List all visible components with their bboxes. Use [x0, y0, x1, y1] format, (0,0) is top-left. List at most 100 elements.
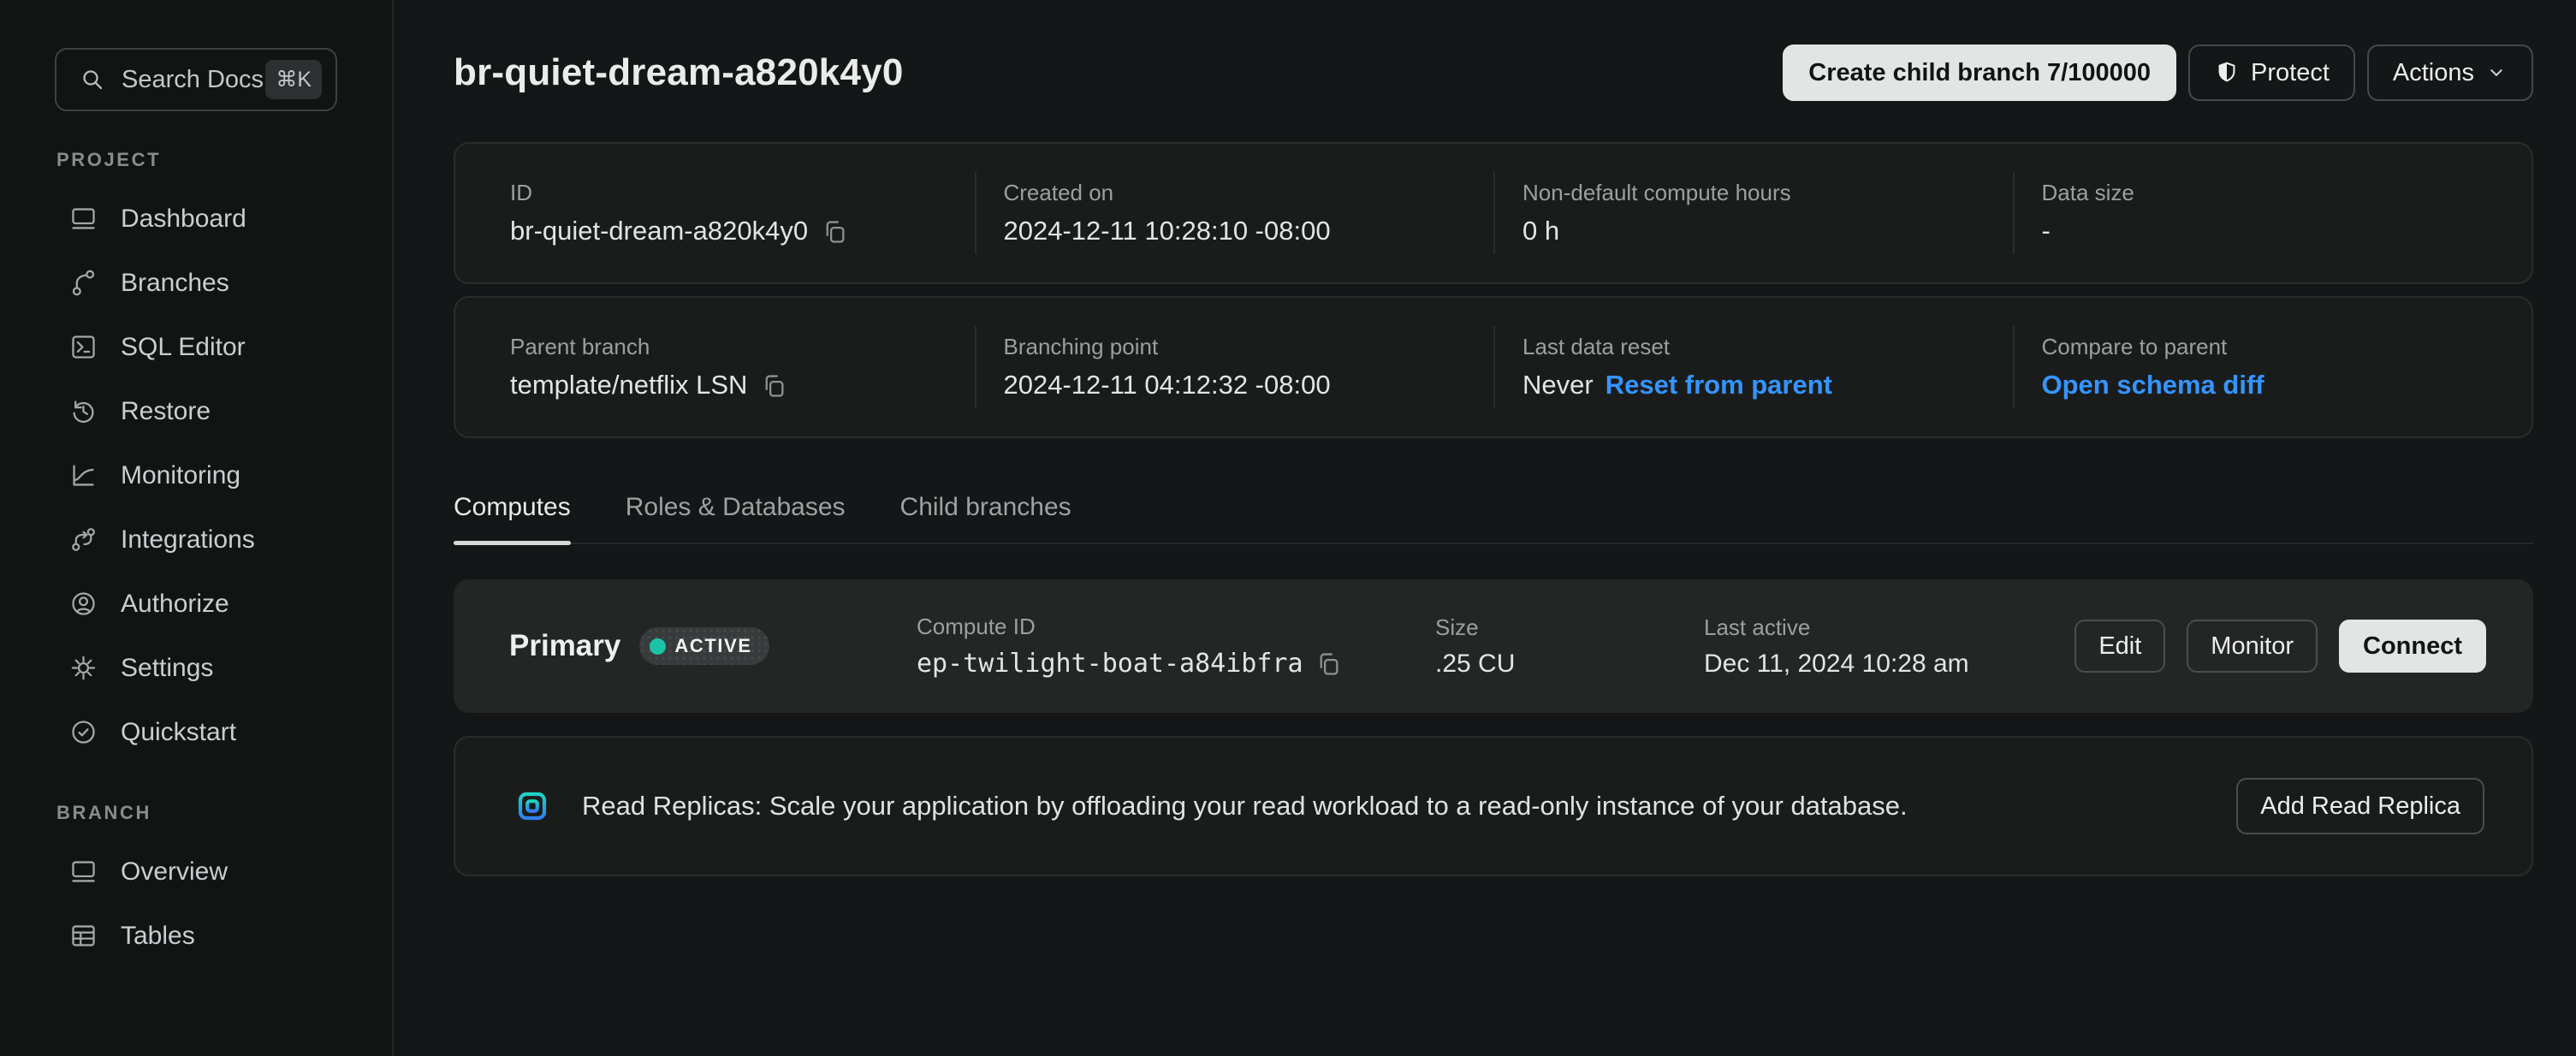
- sidebar-item-restore[interactable]: Restore: [0, 379, 392, 443]
- branches-icon: [68, 268, 98, 298]
- created-on-value: 2024-12-11 10:28:10 -08:00: [1004, 216, 1331, 246]
- branch-id-value: br-quiet-dream-a820k4y0: [510, 216, 808, 246]
- tab-child-branches[interactable]: Child branches: [900, 493, 1071, 543]
- copy-icon[interactable]: [759, 371, 789, 400]
- sidebar-item-sql-editor[interactable]: SQL Editor: [0, 315, 392, 379]
- sidebar-item-integrations[interactable]: Integrations: [0, 507, 392, 572]
- chevron-down-icon: [2485, 62, 2508, 84]
- field-label: Non-default compute hours: [1522, 180, 2013, 206]
- sidebar-item-label: Overview: [121, 857, 228, 887]
- open-schema-diff-link[interactable]: Open schema diff: [2042, 370, 2264, 400]
- main-content: br-quiet-dream-a820k4y0 Create child bra…: [394, 0, 2576, 1056]
- copy-icon[interactable]: [820, 217, 850, 246]
- integrations-icon: [68, 525, 98, 555]
- field-label: Compare to parent: [2042, 334, 2532, 360]
- sidebar-item-tables[interactable]: Tables: [0, 904, 392, 968]
- search-shortcut: ⌘K: [265, 60, 322, 99]
- actions-button[interactable]: Actions: [2367, 44, 2533, 101]
- shield-icon: [2214, 60, 2240, 86]
- field-label: Last data reset: [1522, 334, 2013, 360]
- tab-computes[interactable]: Computes: [454, 493, 571, 543]
- sidebar-item-label: Integrations: [121, 525, 255, 555]
- restore-icon: [68, 396, 98, 426]
- read-replica-description: Read Replicas: Scale your application by…: [582, 791, 2211, 822]
- page-title: br-quiet-dream-a820k4y0: [454, 51, 904, 94]
- read-replica-banner: Read Replicas: Scale your application by…: [454, 736, 2533, 876]
- search-icon: [79, 66, 106, 93]
- field-compare-to-parent: Compare to parent Open schema diff: [2013, 326, 2532, 408]
- field-label: Branching point: [1004, 334, 1494, 360]
- compute-hours-value: 0 h: [1522, 216, 1559, 246]
- sidebar-item-branches[interactable]: Branches: [0, 251, 392, 315]
- edit-button[interactable]: Edit: [2074, 620, 2165, 673]
- sidebar-item-label: SQL Editor: [121, 333, 246, 362]
- protect-button[interactable]: Protect: [2188, 44, 2355, 101]
- field-id: ID br-quiet-dream-a820k4y0: [455, 172, 975, 254]
- sql-editor-icon: [68, 332, 98, 362]
- branch-tabs: Computes Roles & Databases Child branche…: [454, 493, 2533, 544]
- sidebar-item-settings[interactable]: Settings: [0, 636, 392, 700]
- authorize-icon: [68, 589, 98, 619]
- tables-icon: [68, 921, 98, 951]
- compute-name: Primary: [509, 629, 620, 663]
- field-created-on: Created on 2024-12-11 10:28:10 -08:00: [975, 172, 1494, 254]
- check-circle-icon: [68, 717, 98, 747]
- reset-from-parent-link[interactable]: Reset from parent: [1606, 370, 1832, 400]
- sidebar-item-label: Quickstart: [121, 718, 236, 747]
- compute-name-block: Primary ACTIVE: [509, 627, 917, 665]
- page-header: br-quiet-dream-a820k4y0 Create child bra…: [454, 43, 2533, 103]
- field-compute-hours: Non-default compute hours 0 h: [1493, 172, 2013, 254]
- compute-id-block: Compute ID ep-twilight-boat-a84ibfra: [917, 614, 1435, 679]
- sidebar-item-quickstart[interactable]: Quickstart: [0, 700, 392, 764]
- tab-roles-databases[interactable]: Roles & Databases: [626, 493, 846, 543]
- last-data-reset-value: Never: [1522, 370, 1594, 400]
- create-child-branch-button[interactable]: Create child branch 7/100000: [1783, 44, 2176, 101]
- monitoring-icon: [68, 460, 98, 490]
- gear-icon: [68, 653, 98, 683]
- branching-point-value: 2024-12-11 04:12:32 -08:00: [1004, 370, 1331, 400]
- sidebar-item-label: Monitoring: [121, 461, 240, 490]
- sidebar-item-overview[interactable]: Overview: [0, 839, 392, 904]
- overview-icon: [68, 857, 98, 887]
- field-label: Created on: [1004, 180, 1494, 206]
- sidebar-item-label: Settings: [121, 654, 213, 683]
- sidebar-item-authorize[interactable]: Authorize: [0, 572, 392, 636]
- field-label: ID: [510, 180, 975, 206]
- branch-info-card: ID br-quiet-dream-a820k4y0 Created on 20…: [454, 142, 2533, 284]
- header-actions: Create child branch 7/100000 Protect Act…: [1783, 44, 2533, 101]
- compute-size-block: Size .25 CU: [1435, 614, 1704, 679]
- sidebar: Search Docs ⌘K PROJECT Dashboard Branche…: [0, 0, 394, 1056]
- compute-size-value: .25 CU: [1435, 650, 1704, 679]
- add-read-replica-button[interactable]: Add Read Replica: [2236, 778, 2484, 834]
- field-parent-branch: Parent branch template/netflix LSN: [455, 326, 975, 408]
- status-badge: ACTIVE: [639, 627, 769, 665]
- protect-label: Protect: [2251, 59, 2330, 87]
- sidebar-item-label: Branches: [121, 269, 229, 298]
- monitor-button[interactable]: Monitor: [2187, 620, 2318, 673]
- parent-info-card: Parent branch template/netflix LSN Branc…: [454, 296, 2533, 438]
- field-label: Size: [1435, 614, 1704, 641]
- sidebar-item-monitoring[interactable]: Monitoring: [0, 443, 392, 507]
- copy-icon[interactable]: [1314, 649, 1344, 679]
- parent-branch-value: template/netflix LSN: [510, 370, 747, 400]
- actions-label: Actions: [2393, 59, 2474, 87]
- status-badge-label: ACTIVE: [674, 635, 751, 657]
- sidebar-item-label: Dashboard: [121, 205, 246, 234]
- primary-compute-row: Primary ACTIVE Compute ID ep-twilight-bo…: [454, 579, 2533, 713]
- sidebar-item-label: Authorize: [121, 590, 229, 619]
- field-data-size: Data size -: [2013, 172, 2532, 254]
- search-label: Search Docs: [122, 66, 265, 94]
- compute-id-value: ep-twilight-boat-a84ibfra: [917, 649, 1303, 679]
- last-active-value: Dec 11, 2024 10:28 am: [1704, 650, 2074, 679]
- field-label: Parent branch: [510, 334, 975, 360]
- sidebar-item-dashboard[interactable]: Dashboard: [0, 187, 392, 251]
- search-docs-button[interactable]: Search Docs ⌘K: [55, 48, 337, 111]
- cpu-chip-icon: [508, 782, 556, 830]
- field-last-data-reset: Last data reset Never Reset from parent: [1493, 326, 2013, 408]
- dashboard-icon: [68, 204, 98, 234]
- field-label: Last active: [1704, 614, 2074, 641]
- connect-button[interactable]: Connect: [2339, 620, 2486, 673]
- sidebar-item-label: Restore: [121, 397, 211, 426]
- field-label: Data size: [2042, 180, 2532, 206]
- field-branching-point: Branching point 2024-12-11 04:12:32 -08:…: [975, 326, 1494, 408]
